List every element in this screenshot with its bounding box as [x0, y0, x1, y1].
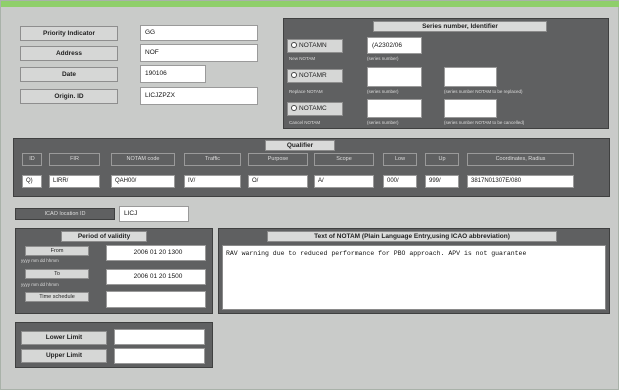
notamn-sublabel: New NOTAM: [289, 56, 316, 61]
notamc-note-series: (series number): [367, 120, 399, 125]
qualifier-header-purpose: Purpose: [248, 153, 308, 166]
qualifier-low-field[interactable]: 000/: [383, 175, 417, 188]
notam-text-area[interactable]: RAV warning due to reduced performance f…: [222, 245, 606, 310]
qualifier-header-traffic: Traffic: [184, 153, 241, 166]
to-format: yyyy mm dd hhmm: [21, 282, 59, 287]
notamn-series-field[interactable]: (A2302/06: [367, 37, 422, 54]
address-label: Address: [20, 46, 118, 61]
qualifier-header-notam-code: NOTAM code: [111, 153, 175, 166]
icao-location-label-box: ICAO location ID: [15, 208, 115, 220]
upper-limit-label: Upper Limit: [21, 349, 107, 363]
qualifier-header-scope: Scope: [314, 153, 374, 166]
address-field[interactable]: NOF: [140, 44, 258, 62]
origin-id-label: Origin. ID: [20, 89, 118, 104]
time-schedule-label: Time schedule: [25, 292, 89, 302]
notamr-note-series: (series number): [367, 89, 399, 94]
notamr-series-field[interactable]: [367, 67, 422, 87]
time-schedule-field[interactable]: [106, 291, 206, 308]
to-field[interactable]: 2006 01 20 1500: [106, 269, 206, 285]
notamr-label: NOTAMR: [299, 72, 327, 79]
from-label: From: [25, 246, 89, 256]
notam-text-panel-title: Text of NOTAM (Plain Language Entry,usin…: [267, 231, 557, 242]
lower-limit-field[interactable]: [114, 329, 205, 345]
qualifier-scope-field[interactable]: A/: [314, 175, 374, 188]
date-label: Date: [20, 67, 118, 82]
notamr-sublabel: Replace NOTAM: [289, 89, 323, 94]
validity-panel-title: Period of validity: [61, 231, 147, 242]
qualifier-traffic-field[interactable]: IV/: [184, 175, 241, 188]
qualifier-header-low: Low: [383, 153, 417, 166]
from-field[interactable]: 2006 01 20 1300: [106, 245, 206, 261]
priority-indicator-field[interactable]: GG: [140, 25, 258, 41]
series-panel-title: Series number, Identifier: [373, 21, 547, 32]
notamr-replaced-field[interactable]: [444, 67, 497, 87]
notam-form-window: Priority Indicator GG Address NOF Date 1…: [0, 0, 619, 390]
notamc-cancelled-field[interactable]: [444, 99, 497, 118]
window-top-bar: [1, 1, 619, 7]
origin-id-field[interactable]: LICJZPZX: [140, 87, 258, 105]
radio-circle-icon: [291, 105, 297, 112]
to-label: To: [25, 269, 89, 279]
lower-limit-label: Lower Limit: [21, 331, 107, 345]
qualifier-coordinates-field[interactable]: 3817N01307E/080: [467, 175, 574, 188]
notamc-note-cancelled: (series number NOTAM to be cancelled): [444, 120, 525, 125]
qualifier-header-fir: FIR: [49, 153, 100, 166]
qualifier-id-field[interactable]: Q): [22, 175, 42, 188]
from-format: yyyy mm dd hhmm: [21, 258, 59, 263]
notamr-radio[interactable]: NOTAMR: [287, 69, 343, 83]
qualifier-purpose-field[interactable]: O/: [248, 175, 308, 188]
qualifier-header-up: Up: [425, 153, 459, 166]
notamr-note-replaced: (series number NOTAM to be replaced): [444, 89, 523, 94]
notamc-radio[interactable]: NOTAMC: [287, 102, 343, 116]
date-field[interactable]: 190106: [140, 65, 206, 83]
notamc-label: NOTAMC: [299, 105, 327, 112]
qualifier-panel-title: Qualifier: [265, 140, 335, 151]
upper-limit-field[interactable]: [114, 348, 205, 364]
qualifier-notam-code-field[interactable]: QAH00/: [111, 175, 175, 188]
notamn-note: (series number): [367, 56, 399, 61]
notamn-label: NOTAMN: [299, 42, 327, 49]
qualifier-fir-field[interactable]: LIRR/: [49, 175, 100, 188]
notamc-series-field[interactable]: [367, 99, 422, 118]
notamn-radio[interactable]: NOTAMN: [287, 39, 343, 53]
icao-location-field[interactable]: LICJ: [119, 206, 189, 222]
qualifier-header-coordinates: Coordinates, Radius: [467, 153, 574, 166]
qualifier-up-field[interactable]: 999/: [425, 175, 459, 188]
priority-indicator-label: Priority Indicator: [20, 26, 118, 41]
icao-location-label: ICAO location ID: [44, 211, 86, 217]
radio-circle-icon: [291, 72, 297, 79]
qualifier-header-id: ID: [22, 153, 42, 166]
notamc-sublabel: Cancel NOTAM: [289, 120, 321, 125]
radio-circle-icon: [291, 42, 297, 49]
